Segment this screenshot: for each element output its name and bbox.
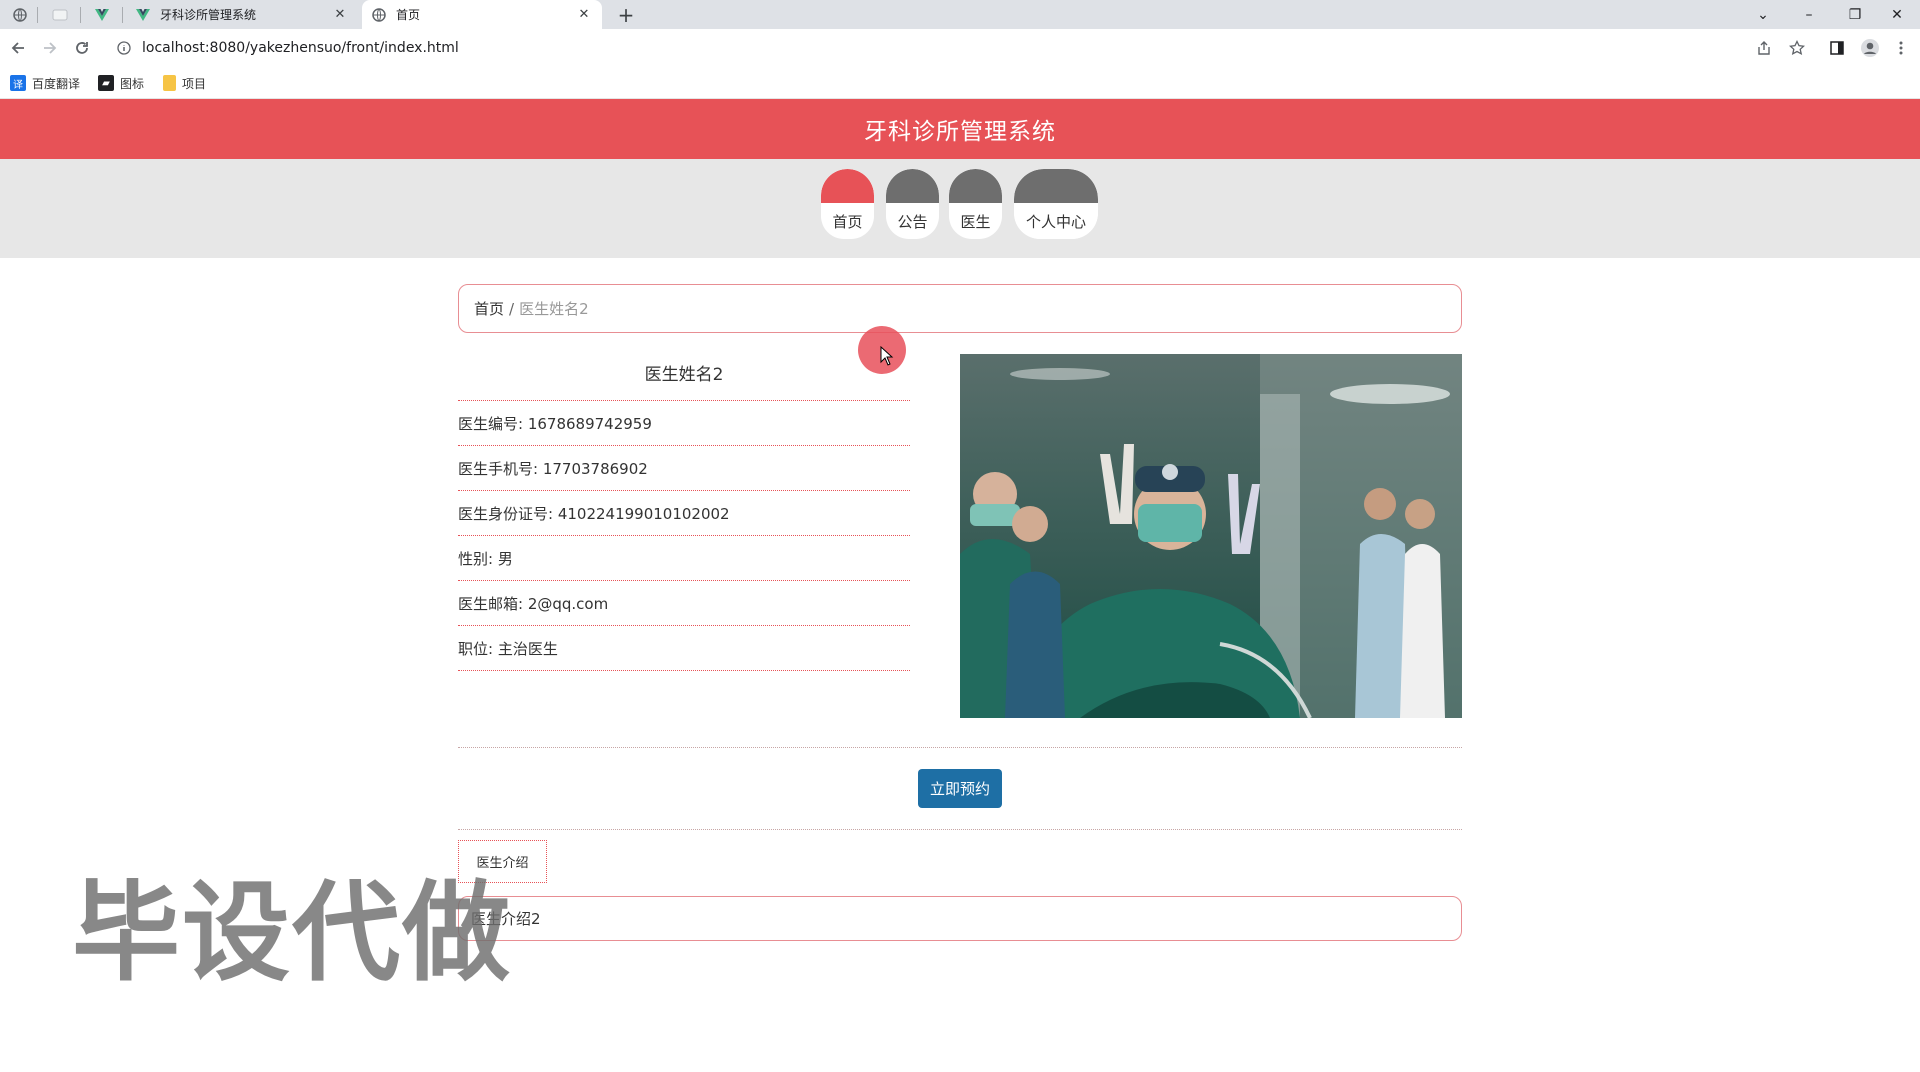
watermark-overlay: 毕设代做 [72, 871, 513, 996]
address-bar[interactable]: localhost:8080/yakezhensuo/front/index.h… [106, 33, 1811, 63]
doctor-photo [960, 354, 1462, 718]
doctor-id-row: 医生编号: 1678689742959 [458, 401, 910, 446]
vue-logo-icon [95, 9, 109, 21]
bookmarks-bar: 译 百度翻译 ▰ 图标 项目 [0, 67, 1920, 99]
vue-logo-icon [136, 8, 150, 21]
nav-item-label: 医生 [949, 203, 1002, 239]
tab-title: 首页 [396, 8, 421, 22]
bookmark-baidu-translate[interactable]: 译 百度翻译 [10, 74, 80, 92]
bookmark-star-icon[interactable] [1783, 34, 1811, 62]
menu-dots-icon[interactable] [1887, 34, 1915, 62]
pinned-tab-blank[interactable] [42, 3, 78, 27]
info-icon[interactable] [110, 34, 138, 62]
nav-item-label: 首页 [821, 203, 874, 239]
globe-icon [13, 8, 27, 22]
tab-search-button[interactable]: ⌄ [1740, 0, 1786, 29]
new-tab-button[interactable]: + [614, 3, 638, 27]
nav-item-personal-center[interactable]: 个人中心 [1014, 169, 1098, 239]
nav-item-home[interactable]: 首页 [821, 169, 874, 239]
nav-item-label: 个人中心 [1014, 203, 1098, 239]
globe-icon [372, 7, 386, 22]
bookmark-project-folder[interactable]: 项目 [163, 74, 206, 92]
doctor-name: 医生姓名2 [644, 365, 724, 385]
side-panel-icon[interactable] [1823, 34, 1851, 62]
doctor-position-row: 职位: 主治医生 [458, 626, 910, 671]
nav-item-label: 公告 [886, 203, 939, 239]
restore-button[interactable]: ❐ [1832, 0, 1878, 29]
pinned-tab-globe[interactable] [2, 3, 38, 27]
divider [458, 747, 1462, 748]
url-text: localhost:8080/yakezhensuo/front/index.h… [142, 40, 459, 56]
bookmark-label: 图标 [120, 76, 145, 91]
doctor-idcard-row: 医生身份证号: 410224199010102002 [458, 491, 910, 536]
breadcrumb: 首页 / 医生姓名2 [458, 284, 1462, 333]
translate-icon: 译 [10, 75, 26, 91]
tab-home[interactable]: 首页 ✕ [362, 0, 602, 29]
breadcrumb-separator: / [509, 299, 515, 318]
minimize-button[interactable]: – [1786, 0, 1832, 29]
cursor-pointer-icon [880, 346, 894, 366]
doctor-email-row: 医生邮箱: 2@qq.com [458, 581, 910, 626]
nav-item-announcements[interactable]: 公告 [886, 169, 939, 239]
breadcrumb-home-link[interactable]: 首页 [474, 298, 504, 319]
folder-icon [163, 75, 176, 91]
doctor-gender-row: 性别: 男 [458, 536, 910, 581]
share-icon[interactable] [1750, 34, 1778, 62]
close-window-button[interactable]: ✕ [1874, 0, 1920, 29]
bookmark-label: 项目 [182, 76, 207, 91]
bookmark-icons[interactable]: ▰ 图标 [98, 74, 144, 92]
doctor-intro-content: 医生介绍2 [458, 896, 1462, 941]
blank-page-icon [52, 9, 68, 21]
arrow-left-icon [11, 42, 24, 54]
bookmark-label: 百度翻译 [32, 76, 81, 91]
pinned-tab-vue[interactable] [84, 3, 120, 27]
book-appointment-button[interactable]: 立即预约 [918, 769, 1002, 808]
doctor-phone-row: 医生手机号: 17703786902 [458, 446, 910, 491]
breadcrumb-current: 医生姓名2 [519, 300, 589, 318]
nav-item-doctors[interactable]: 医生 [949, 169, 1002, 239]
tab-title: 牙科诊所管理系统 [160, 8, 257, 22]
close-tab-icon[interactable]: ✕ [576, 7, 592, 23]
browser-tab-strip: 牙科诊所管理系统 ✕ 首页 ✕ + ⌄ – ❐ ✕ [0, 0, 1920, 29]
flag-icon: ▰ [98, 75, 114, 91]
arrow-right-icon [44, 42, 57, 54]
main-nav: 首页 公告 医生 个人中心 [0, 159, 1920, 258]
site-header: 牙科诊所管理系统 [0, 99, 1920, 159]
close-tab-icon[interactable]: ✕ [332, 7, 348, 23]
reload-icon [76, 42, 88, 54]
reload-button[interactable] [68, 34, 96, 62]
site-title: 牙科诊所管理系统 [864, 119, 1056, 145]
browser-toolbar: localhost:8080/yakezhensuo/front/index.h… [0, 29, 1920, 67]
back-button[interactable] [4, 34, 32, 62]
tab-admin-system[interactable]: 牙科诊所管理系统 ✕ [126, 0, 358, 29]
profile-avatar-icon[interactable] [1856, 34, 1884, 62]
forward-button[interactable] [36, 34, 64, 62]
divider [458, 829, 1462, 830]
